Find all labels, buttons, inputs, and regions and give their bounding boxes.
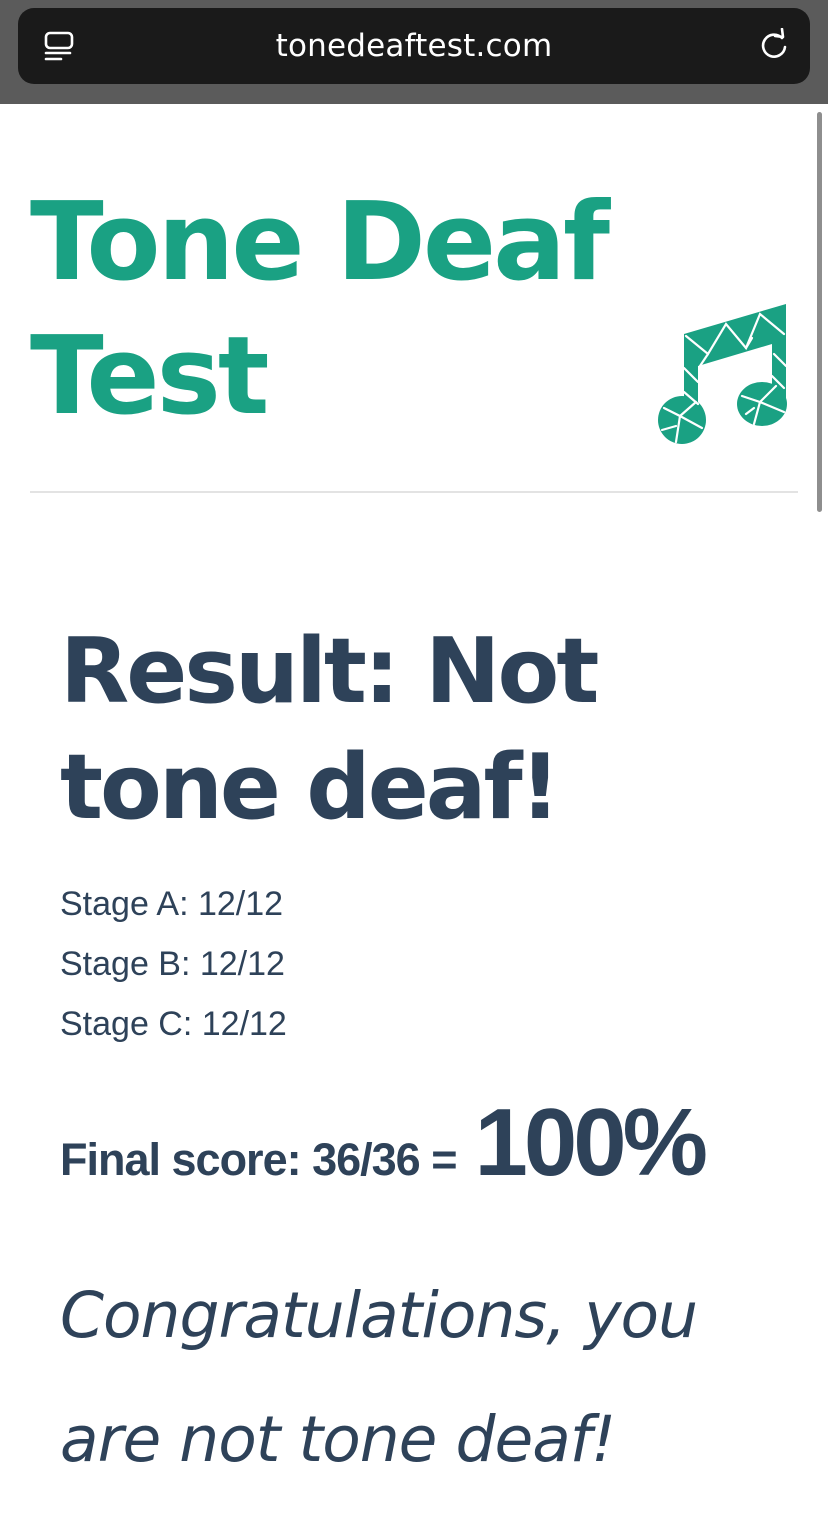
stage-b-score: Stage B: 12/12 xyxy=(60,945,285,983)
stage-scores-list: Stage A: 12/12 Stage B: 12/12 Stage C: 1… xyxy=(60,874,287,1054)
final-score-label: Final score: 36/36 = xyxy=(60,1134,457,1185)
browser-chrome: tonedeaftest.com xyxy=(0,0,828,104)
url-text[interactable]: tonedeaftest.com xyxy=(18,8,810,84)
site-title[interactable]: Tone Deaf Test xyxy=(30,176,630,444)
header-divider xyxy=(30,491,798,493)
reload-icon[interactable] xyxy=(756,27,792,64)
scrollbar[interactable] xyxy=(817,112,822,512)
final-score-percent: 100% xyxy=(474,1089,708,1196)
address-bar[interactable]: tonedeaftest.com xyxy=(18,8,810,84)
stage-c-score: Stage C: 12/12 xyxy=(60,1005,287,1043)
result-heading: Result: Not tone deaf! xyxy=(60,619,599,840)
page-content: Tone Deaf Test Result: Not tone deaf! St… xyxy=(0,104,828,1514)
final-score: Final score: 36/36 = 100% xyxy=(60,1088,708,1198)
congratulations-message: Congratulations, you are not tone deaf! xyxy=(60,1279,698,1476)
music-note-icon xyxy=(656,304,790,448)
stage-a-score: Stage A: 12/12 xyxy=(60,885,284,923)
